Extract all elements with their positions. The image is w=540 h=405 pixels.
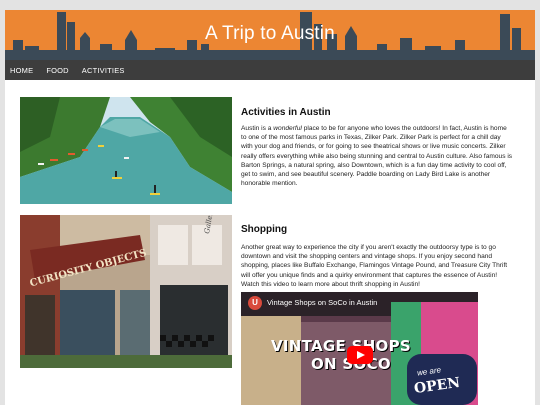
channel-avatar[interactable]: U — [248, 296, 262, 310]
nav-item-food[interactable]: FOOD — [46, 66, 68, 75]
embedded-video[interactable]: U Vintage Shops on SoCo in Austin VINTAG… — [241, 292, 478, 405]
river-kayak-photo — [20, 97, 232, 204]
site-title: A Trip to Austin — [205, 23, 335, 44]
activities-section: Activities in Austin Austin is a wonderf… — [241, 107, 513, 188]
play-icon[interactable] — [347, 346, 373, 364]
activities-heading: Activities in Austin — [241, 107, 331, 118]
site-banner: A Trip to Austin — [5, 10, 535, 60]
nav-item-home[interactable]: HOME — [10, 66, 33, 75]
video-thumbnail-text: VINTAGE SHOPS ON SOCO — [271, 337, 412, 373]
shopping-section: Shopping Another great way to experience… — [241, 224, 513, 289]
video-title[interactable]: Vintage Shops on SoCo in Austin — [267, 298, 377, 307]
vintage-storefront-photo: CURIOSITY OBJECTS Gallery — [20, 215, 232, 368]
shopping-text: Another great way to experience the city… — [241, 244, 508, 288]
emphasis-wonderful: wonderful — [273, 125, 302, 132]
activities-text: Austin is a wonderful place to be for an… — [241, 125, 513, 188]
page: A Trip to Austin HOME FOOD ACTIVITIES CU… — [5, 10, 535, 405]
top-nav: HOME FOOD ACTIVITIES — [5, 60, 535, 80]
shopping-heading: Shopping — [241, 224, 288, 235]
nav-item-activities[interactable]: ACTIVITIES — [82, 66, 125, 75]
